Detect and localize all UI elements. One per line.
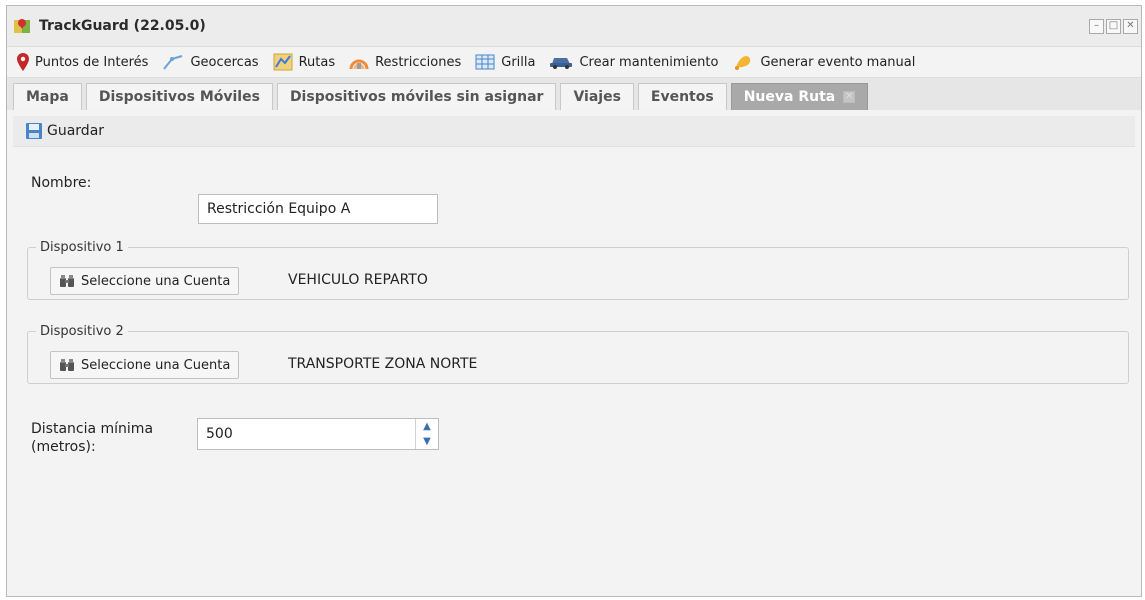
- save-label: Guardar: [47, 123, 105, 139]
- tab-nueva-ruta[interactable]: Nueva Ruta ✕: [730, 83, 869, 110]
- device2-legend: Dispositivo 2: [40, 324, 124, 339]
- select-account-button-2[interactable]: Seleccione una Cuenta: [50, 351, 240, 379]
- spinner-buttons: ▲ ▼: [415, 419, 438, 449]
- tab-dispositivos-sin-asignar[interactable]: Dispositivos móviles sin asignar: [276, 83, 557, 110]
- distance-spinner[interactable]: 500 ▲ ▼: [197, 418, 439, 450]
- select-account-button-1[interactable]: Seleccione una Cuenta: [50, 267, 240, 295]
- device1-fieldset: Dispositivo 1 Seleccione una Cuenta VEHI…: [27, 240, 1129, 300]
- select-account-label: Seleccione una Cuenta: [81, 273, 231, 289]
- toolbar-label: Crear mantenimiento: [579, 54, 719, 70]
- tab-label: Dispositivos móviles sin asignar: [289, 89, 544, 105]
- tab-mapa[interactable]: Mapa: [13, 83, 82, 110]
- tab-label: Nueva Ruta: [743, 89, 836, 105]
- toolbar-label: Rutas: [298, 54, 336, 70]
- toolbar-restricciones[interactable]: Restricciones: [349, 53, 461, 71]
- tab-viajes[interactable]: Viajes: [560, 83, 634, 110]
- device1-legend: Dispositivo 1: [40, 240, 124, 255]
- toolbar-generar-evento-manual[interactable]: Generar evento manual: [732, 53, 915, 71]
- toolbar-grilla[interactable]: Grilla: [475, 54, 535, 70]
- window-title: TrackGuard (22.05.0): [39, 18, 206, 34]
- toolbar-label: Restricciones: [375, 54, 462, 70]
- grid-icon: [475, 54, 495, 70]
- app-logo-icon: [14, 19, 30, 33]
- toolbar-label: Puntos de Interés: [35, 54, 149, 70]
- app-window: TrackGuard (22.05.0) – □ ✕ Puntos de Int…: [6, 5, 1142, 597]
- select-account-label: Seleccione una Cuenta: [81, 357, 231, 373]
- toolbar-label: Geocercas: [190, 54, 259, 70]
- chevron-down-icon[interactable]: ▼: [416, 434, 438, 449]
- window-controls: – □ ✕: [1089, 18, 1138, 34]
- name-input-value: Restricción Equipo A: [207, 201, 351, 217]
- car-icon: [550, 58, 573, 69]
- toolbar-crear-mantenimiento[interactable]: Crear mantenimiento: [549, 54, 718, 70]
- binoculars-icon: [60, 275, 74, 287]
- tab-label: Eventos: [650, 89, 714, 105]
- form-toolbar: Guardar: [13, 116, 1135, 147]
- name-label: Nombre:: [31, 175, 92, 191]
- tab-dispositivos-moviles[interactable]: Dispositivos Móviles: [85, 83, 273, 110]
- restriction-icon: [349, 59, 369, 70]
- route-icon: [273, 53, 293, 71]
- main-toolbar: Puntos de Interés Geocercas Rutas Restri…: [7, 47, 1141, 77]
- toolbar-label: Grilla: [501, 54, 536, 70]
- distance-label: Distancia mínima (metros):: [31, 420, 153, 456]
- distance-label-line1: Distancia mínima: [31, 421, 154, 437]
- name-input[interactable]: Restricción Equipo A: [198, 194, 438, 224]
- binoculars-icon: [60, 359, 74, 371]
- tab-label: Mapa: [26, 89, 69, 105]
- chevron-up-icon[interactable]: ▲: [416, 419, 438, 434]
- bell-icon: [735, 56, 751, 70]
- minimize-button[interactable]: –: [1089, 18, 1104, 34]
- tab-label: Dispositivos Móviles: [98, 89, 260, 105]
- toolbar-puntos-de-interes[interactable]: Puntos de Interés: [17, 53, 148, 71]
- toolbar-geocercas[interactable]: Geocercas: [162, 53, 259, 71]
- toolbar-rutas[interactable]: Rutas: [273, 53, 336, 71]
- close-button[interactable]: ✕: [1123, 18, 1138, 34]
- geofence-icon: [163, 55, 183, 70]
- save-icon: [26, 123, 42, 139]
- name-row: Nombre:: [31, 168, 91, 198]
- device2-value: TRANSPORTE ZONA NORTE: [288, 356, 478, 372]
- title-bar: TrackGuard (22.05.0) – □ ✕: [7, 6, 1141, 47]
- tab-content: Guardar Nombre: Restricción Equipo A Dis…: [7, 110, 1141, 596]
- maximize-button[interactable]: □: [1106, 18, 1121, 34]
- device2-fieldset: Dispositivo 2 Seleccione una Cuenta TRAN…: [27, 324, 1129, 384]
- tab-label: Viajes: [573, 89, 621, 105]
- tab-strip: Mapa Dispositivos Móviles Dispositivos m…: [7, 77, 1141, 111]
- distance-label-line2: (metros):: [31, 439, 96, 455]
- close-tab-icon[interactable]: ✕: [843, 91, 856, 103]
- save-button[interactable]: Guardar: [25, 122, 104, 140]
- toolbar-label: Generar evento manual: [760, 54, 916, 70]
- distance-value: 500: [206, 426, 233, 442]
- tab-eventos[interactable]: Eventos: [637, 83, 727, 110]
- device1-value: VEHICULO REPARTO: [288, 272, 428, 288]
- map-pin-icon: [17, 53, 29, 71]
